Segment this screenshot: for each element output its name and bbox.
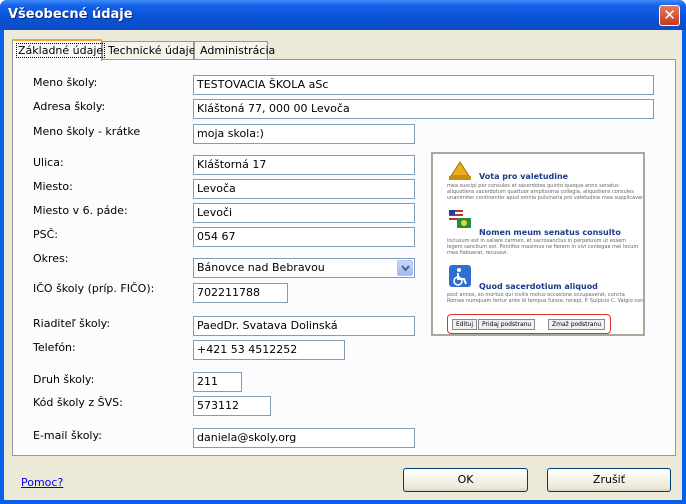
dropdown-button[interactable]	[397, 260, 413, 276]
label-meno-kratke: Meno školy - krátke	[33, 125, 141, 138]
tab-administracia[interactable]: Administrácia	[194, 41, 275, 60]
close-icon: ✕	[663, 6, 676, 24]
dialog-body: Základné údaje Technické údaje Administr…	[4, 30, 682, 500]
tab-technicke-udaje[interactable]: Technické údaje	[102, 41, 195, 60]
flags-icon	[449, 210, 471, 228]
psc-input[interactable]: 054 67	[193, 227, 415, 247]
preview-add-page-button: Pridaj podstranu	[478, 319, 536, 330]
label-kod-svs: Kód školy z ŠVS:	[33, 396, 123, 409]
preview-remove-page-button: Zmaž podstranu	[548, 319, 606, 330]
web-preview-thumbnail: Vota pro valetudine mea suscipi per cons…	[431, 152, 645, 336]
label-miesto-6-pad: Miesto v 6. páde:	[33, 204, 128, 217]
meno-skoly-input[interactable]: TESTOVACIA ŠKOLA aSc	[193, 75, 654, 95]
ulica-input[interactable]: Kláštorná 17	[193, 155, 415, 175]
label-adresa-skoly: Adresa školy:	[33, 100, 106, 113]
tab-zakladne-udaje[interactable]: Základné údaje	[12, 39, 106, 61]
okres-select[interactable]: Bánovce nad Bebravou	[193, 258, 415, 278]
kod-svs-input[interactable]: 573112	[193, 396, 271, 416]
meno-kratke-input[interactable]: moja skola:)	[193, 124, 415, 144]
cancel-button[interactable]: Zrušiť	[547, 468, 671, 492]
dialog-window: Všeobecné údaje ✕ Základné údaje Technic…	[0, 0, 686, 504]
bell-icon	[449, 161, 471, 180]
miesto-input[interactable]: Levoča	[193, 179, 415, 199]
label-ulica: Ulica:	[33, 156, 64, 169]
label-telefon: Telefón:	[33, 341, 76, 354]
close-button[interactable]: ✕	[659, 5, 680, 26]
window-title: Všeobecné údaje	[8, 7, 133, 22]
label-riaditel: Riaditeľ školy:	[33, 317, 111, 330]
ico-input[interactable]: 702211788	[193, 283, 288, 303]
title-bar[interactable]: Všeobecné údaje ✕	[0, 0, 686, 30]
ok-button[interactable]: OK	[403, 468, 528, 492]
label-ico: IČO školy (príp. FIČO):	[33, 282, 155, 295]
email-input[interactable]: daniela@skoly.org	[193, 428, 415, 448]
tab-panel: Meno školy: TESTOVACIA ŠKOLA aSc Adresa …	[12, 59, 676, 456]
okres-selected-value: Bánovce nad Bebravou	[197, 261, 325, 274]
label-email: E-mail školy:	[33, 429, 102, 442]
druh-skoly-input[interactable]: 211	[193, 372, 242, 392]
chevron-down-icon	[401, 265, 410, 272]
label-meno-skoly: Meno školy:	[33, 76, 98, 89]
label-druh-skoly: Druh školy:	[33, 373, 95, 386]
preview-button-group: Edituj Pridaj podstranu Zmaž podstranu	[447, 314, 611, 334]
miesto-6-pad-input[interactable]: Levoči	[193, 203, 415, 223]
label-miesto: Miesto:	[33, 180, 73, 193]
label-psc: PSČ:	[33, 228, 59, 241]
adresa-skoly-input[interactable]: Kláštoná 77, 000 00 Levoča	[193, 99, 654, 119]
help-link[interactable]: Pomoc?	[21, 476, 63, 489]
riaditel-input[interactable]: PaedDr. Svatava Dolinská	[193, 316, 415, 336]
label-okres: Okres:	[33, 252, 69, 265]
telefon-input[interactable]: +421 53 4512252	[193, 340, 345, 360]
wheelchair-icon	[449, 265, 471, 287]
preview-edit-button: Edituj	[452, 319, 478, 330]
